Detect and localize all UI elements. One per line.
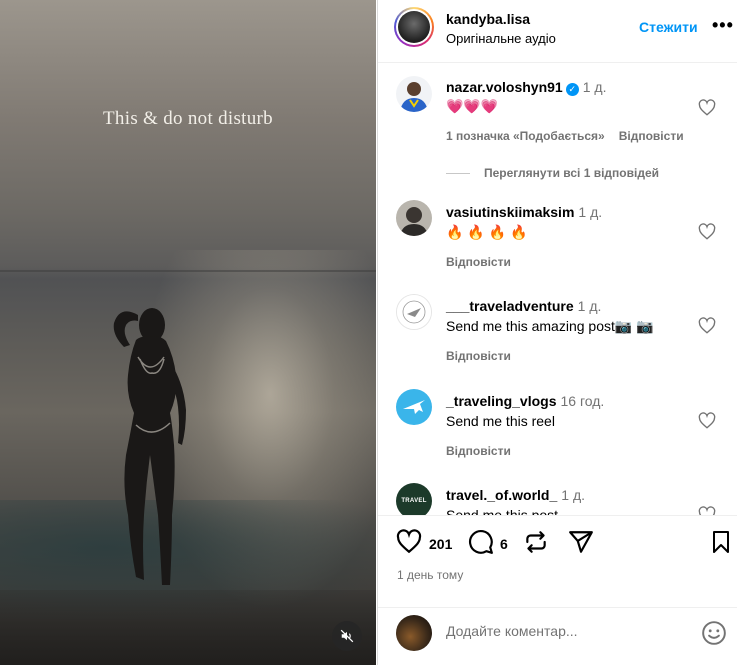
- author-username[interactable]: kandyba.lisa: [446, 11, 530, 27]
- commenter-avatar[interactable]: [396, 200, 432, 236]
- comment-bubble-icon[interactable]: [468, 529, 494, 555]
- view-replies-button[interactable]: Переглянути всі 1 відповідей: [446, 166, 659, 180]
- post-date[interactable]: 1 день тому: [397, 568, 463, 582]
- verified-badge-icon: ✓: [565, 83, 579, 96]
- post-panel: kandyba.lisa Оригінальне аудіо Стежити •…: [377, 0, 737, 665]
- comment-input[interactable]: [446, 623, 676, 639]
- like-comment-heart-icon[interactable]: [698, 506, 716, 515]
- commenter-username[interactable]: _traveling_vlogs: [446, 393, 557, 409]
- reel-video[interactable]: This & do not disturb: [0, 0, 376, 665]
- reply-button[interactable]: Відповісти: [446, 444, 511, 458]
- comments-list: nazar.voloshyn91 ✓ 1 д. 💗💗💗 1 позначка «По…: [378, 64, 737, 515]
- silhouette-figure: [113, 308, 186, 585]
- reply-button[interactable]: Відповісти: [446, 349, 511, 363]
- commenter-username[interactable]: nazar.voloshyn91: [446, 79, 563, 95]
- comment-text: Send me this reel: [446, 413, 555, 429]
- comment-time: 1 д.: [561, 487, 585, 503]
- likes-count[interactable]: 201: [429, 536, 452, 552]
- author-avatar[interactable]: [394, 7, 434, 47]
- video-overlay-text: This & do not disturb: [103, 108, 273, 129]
- horizon-line: [0, 270, 376, 272]
- shore: [0, 590, 376, 665]
- commenter-username[interactable]: travel._of.world_: [446, 487, 557, 503]
- commenter-avatar[interactable]: [396, 294, 432, 330]
- comment-time: 16 год.: [560, 393, 605, 409]
- comment-time: 1 д.: [577, 298, 602, 314]
- reply-button[interactable]: Відповісти: [446, 255, 511, 269]
- save-bookmark-icon[interactable]: [709, 529, 733, 555]
- post-header: kandyba.lisa Оригінальне аудіо Стежити •…: [378, 0, 737, 63]
- like-comment-heart-icon[interactable]: [698, 317, 716, 335]
- audio-link[interactable]: Оригінальне аудіо: [446, 31, 556, 46]
- like-comment-heart-icon[interactable]: [698, 99, 716, 117]
- current-user-avatar: [396, 615, 432, 651]
- comment-time: 1 д.: [578, 204, 603, 220]
- repost-icon[interactable]: [523, 529, 549, 555]
- comment-text: Send me this post: [446, 507, 559, 515]
- comment-time: 1 д.: [582, 79, 607, 95]
- more-options-icon[interactable]: •••: [712, 15, 734, 36]
- commenter-avatar[interactable]: TRAVEL: [396, 483, 432, 515]
- speaker-muted-icon: [340, 629, 354, 643]
- comments-count: 6: [500, 536, 508, 552]
- follow-button[interactable]: Стежити: [639, 19, 698, 35]
- comment-text: Send me this amazing post📷 📷: [446, 318, 654, 334]
- comment-text: 💗💗💗: [446, 98, 499, 114]
- commenter-username[interactable]: vasiutinskiimaksim: [446, 204, 574, 220]
- emoji-picker-icon[interactable]: [701, 620, 727, 646]
- post-actions: 201 6 1 день тому: [378, 515, 737, 607]
- add-comment-bar: [378, 607, 737, 665]
- share-icon[interactable]: [568, 529, 594, 555]
- like-comment-heart-icon[interactable]: [698, 223, 716, 241]
- like-count-label[interactable]: 1 позначка «Подобається»: [446, 129, 605, 143]
- commenter-avatar[interactable]: [396, 389, 432, 425]
- comment-text: 🔥 🔥 🔥 🔥: [446, 224, 528, 240]
- like-comment-heart-icon[interactable]: [698, 412, 716, 430]
- airplane-icon: [396, 389, 432, 425]
- like-heart-icon[interactable]: [396, 529, 422, 555]
- replies-divider: [446, 173, 470, 175]
- reply-button[interactable]: Відповісти: [619, 129, 684, 143]
- commenter-avatar[interactable]: [396, 76, 432, 112]
- commenter-username[interactable]: ___traveladventure: [446, 298, 574, 314]
- mute-button[interactable]: [332, 621, 362, 651]
